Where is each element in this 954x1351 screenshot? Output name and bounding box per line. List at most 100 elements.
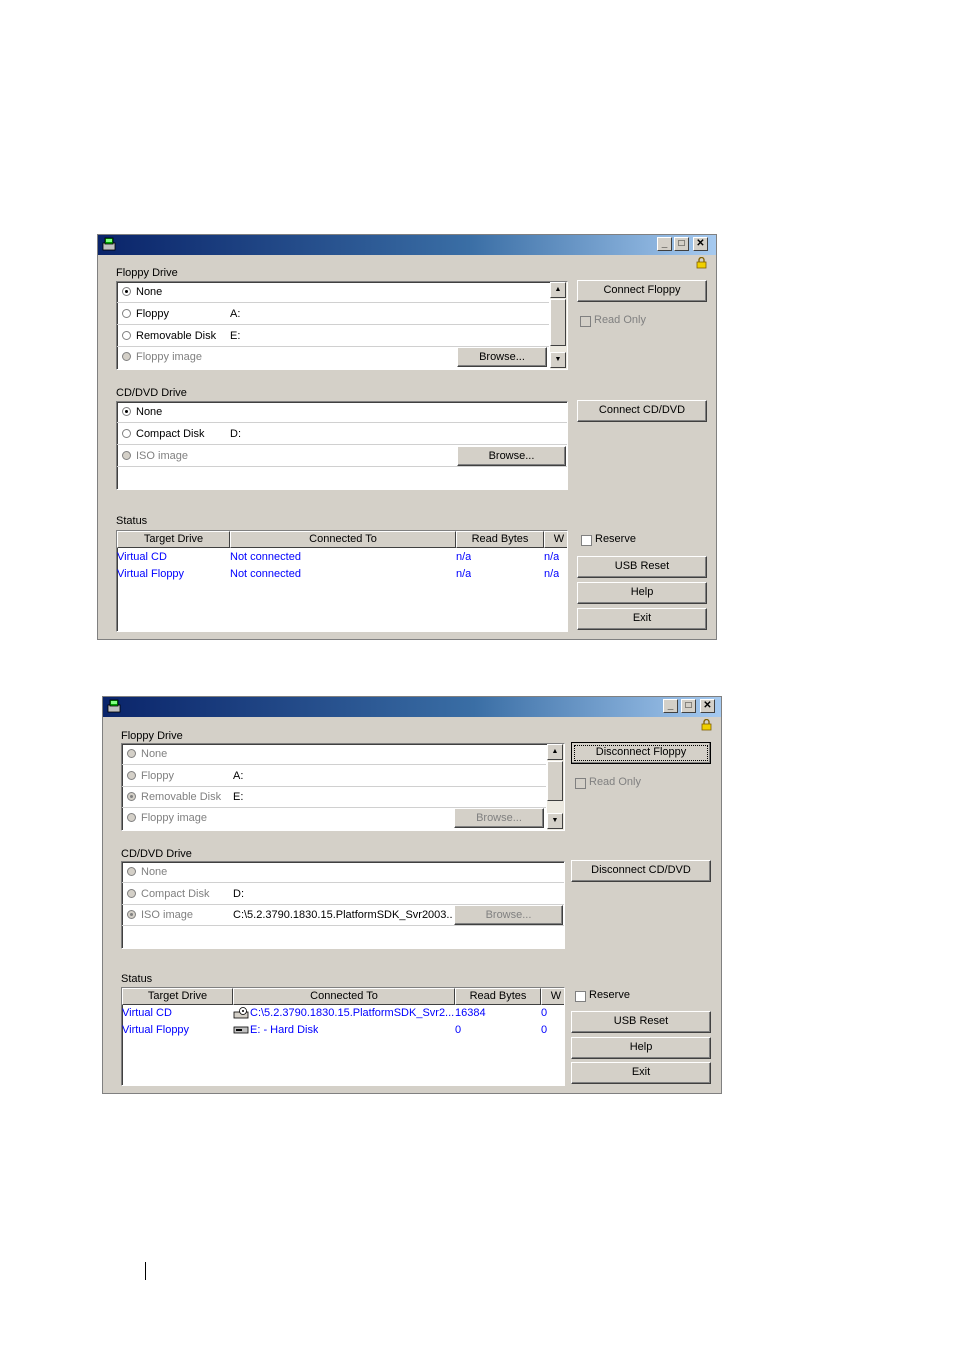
floppy-option-none[interactable]: None [117,282,549,303]
scroll-down-icon[interactable]: ▼ [550,352,566,368]
floppy-scrollbar[interactable]: ▲ ▼ [550,282,567,369]
floppy-browse-button[interactable]: Browse... [457,347,547,367]
row2-target[interactable]: Virtual Floppy [122,1024,189,1036]
floppy-option-none[interactable]: None [122,744,546,765]
cd-option-compact-disk[interactable]: Compact Disk D: [122,884,564,905]
row1-read: 16384 [455,1007,486,1019]
reserve-label: Reserve [589,989,630,1001]
read-only-checkbox[interactable] [575,778,586,789]
radio-floppy[interactable] [122,309,131,318]
disconnect-cd-dvd-button[interactable]: Disconnect CD/DVD [571,860,711,882]
maximize-icon[interactable]: □ [674,237,689,251]
floppy-browse-button[interactable]: Browse... [454,808,544,828]
cd-dvd-drive-list: None Compact Disk D: ISO image Browse... [116,401,568,490]
radio-iso-image[interactable] [122,451,131,460]
floppy-option-floppy[interactable]: Floppy A: [122,766,546,787]
floppy-drive-label: Floppy Drive [116,267,178,279]
close-icon[interactable]: ✕ [693,237,708,251]
column-w[interactable]: W [541,988,564,1005]
floppy-drive-list: None Floppy A: Removable Disk E: Floppy … [121,743,565,831]
scroll-up-icon[interactable]: ▲ [547,744,563,760]
row2-connected: Not connected [230,568,301,580]
scroll-down-icon[interactable]: ▼ [547,813,563,829]
cd-browse-button[interactable]: Browse... [457,446,566,466]
radio-removable-disk[interactable] [122,331,131,340]
maximize-icon[interactable]: □ [681,699,696,713]
status-label: Status [121,973,153,985]
column-target-drive[interactable]: Target Drive [122,988,233,1005]
row2-target[interactable]: Virtual Floppy [117,568,184,580]
status-table: Target Drive Connected To Read Bytes W V… [116,530,568,632]
column-read-bytes[interactable]: Read Bytes [455,988,541,1005]
radio-none[interactable] [122,287,131,296]
disconnect-floppy-button[interactable]: Disconnect Floppy [571,742,711,764]
cd-option-none[interactable]: None [122,862,564,883]
floppy-drive-list: None Floppy A: Removable Disk E: Floppy … [116,281,568,370]
cd-option-iso-image[interactable]: ISO image Browse... [117,446,567,467]
floppy-scrollbar[interactable]: ▲ ▼ [547,744,564,830]
cd-drive-icon [233,1007,249,1019]
column-w[interactable]: W [544,531,567,548]
close-icon[interactable]: ✕ [700,699,715,713]
floppy-option-floppy-image[interactable]: Floppy image Browse... [122,808,546,829]
row1-w: 0 [541,1007,548,1019]
lock-icon [701,719,712,731]
exit-button[interactable]: Exit [571,1062,711,1084]
cd-option-none[interactable]: None [117,402,567,423]
status-label: Status [116,515,148,527]
floppy-option-floppy[interactable]: Floppy A: [117,304,549,325]
row1-target[interactable]: Virtual CD [122,1007,172,1019]
cd-dvd-drive-label: CD/DVD Drive [116,387,187,399]
minimize-icon[interactable]: _ [657,237,672,251]
title-bar[interactable]: _ □ ✕ [103,697,721,717]
cd-dvd-drive-list: None Compact Disk D: ISO image C:\5.2.37… [121,861,565,949]
help-button[interactable]: Help [571,1037,711,1059]
cd-option-iso-image[interactable]: ISO image C:\5.2.3790.1830.15.PlatformSD… [122,905,564,926]
radio-compact-disk[interactable] [122,429,131,438]
radio-iso-image[interactable] [127,910,136,919]
floppy-option-removable-disk[interactable]: Removable Disk E: [122,787,546,808]
scroll-thumb[interactable] [547,761,563,801]
radio-none[interactable] [122,407,131,416]
row1-connected: Not connected [230,551,301,563]
radio-compact-disk[interactable] [127,889,136,898]
help-button[interactable]: Help [577,582,707,604]
column-read-bytes[interactable]: Read Bytes [456,531,544,548]
column-connected-to[interactable]: Connected To [230,531,456,548]
row2-connected: E: - Hard Disk [250,1024,319,1036]
iso-image-path: C:\5.2.3790.1830.15.PlatformSDK_Svr2003.… [233,909,453,921]
row1-target[interactable]: Virtual CD [117,551,167,563]
floppy-option-removable-disk[interactable]: Removable Disk E: [117,326,549,347]
floppy-option-floppy-image[interactable]: Floppy image Browse... [117,347,549,368]
usb-reset-button[interactable]: USB Reset [577,556,707,578]
read-only-checkbox[interactable] [580,316,591,327]
radio-floppy[interactable] [127,771,136,780]
radio-none[interactable] [127,867,136,876]
connect-floppy-button[interactable]: Connect Floppy [577,280,707,302]
row1-connected: C:\5.2.3790.1830.15.PlatformSDK_Svr2... [250,1007,454,1019]
row2-read: n/a [456,568,472,580]
cd-browse-button[interactable]: Browse... [454,905,563,925]
lock-icon [696,257,707,269]
reserve-checkbox[interactable] [575,991,586,1002]
radio-floppy-image[interactable] [127,813,136,822]
minimize-icon[interactable]: _ [663,699,678,713]
reserve-checkbox[interactable] [581,535,592,546]
row1-w: n/a [544,551,560,563]
row1-read: n/a [456,551,472,563]
read-only-label: Read Only [594,314,646,326]
connect-cd-dvd-button[interactable]: Connect CD/DVD [577,400,707,422]
scroll-up-icon[interactable]: ▲ [550,282,566,298]
scroll-thumb[interactable] [550,299,566,346]
radio-removable-disk[interactable] [127,792,136,801]
cd-dvd-drive-label: CD/DVD Drive [121,848,192,860]
title-bar[interactable]: _ □ ✕ [98,235,716,255]
radio-floppy-image[interactable] [122,352,131,361]
column-target-drive[interactable]: Target Drive [117,531,230,548]
cd-option-compact-disk[interactable]: Compact Disk D: [117,424,567,445]
usb-reset-button[interactable]: USB Reset [571,1011,711,1033]
exit-button[interactable]: Exit [577,608,707,630]
floppy-drive-label: Floppy Drive [121,730,183,742]
column-connected-to[interactable]: Connected To [233,988,455,1005]
radio-none[interactable] [127,749,136,758]
